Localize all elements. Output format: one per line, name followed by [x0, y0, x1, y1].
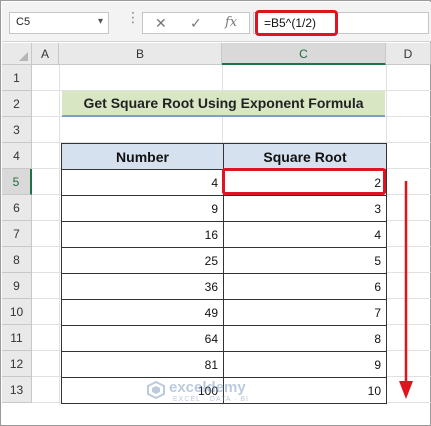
cell-number[interactable]: 64	[61, 325, 224, 352]
column-header-a[interactable]: A	[32, 43, 59, 65]
name-box-value: C5	[16, 16, 31, 28]
fx-icon[interactable]: fx	[225, 15, 237, 30]
enter-icon[interactable]: ✓	[190, 15, 202, 32]
cell-square-root[interactable]: 7	[223, 299, 387, 326]
column-header-c[interactable]: C	[222, 43, 386, 65]
table-row: 49 7	[61, 299, 387, 326]
cell-number[interactable]: 49	[61, 299, 224, 326]
cell-square-root[interactable]: 6	[223, 273, 387, 300]
watermark-tagline: EXCEL · DATA · BI	[173, 396, 249, 403]
cell-number[interactable]: 25	[61, 247, 224, 274]
cell-square-root[interactable]: 8	[223, 325, 387, 352]
column-header-d[interactable]: D	[386, 43, 431, 65]
chevron-down-icon[interactable]: ▾	[98, 16, 103, 27]
row-header-9[interactable]: 9	[2, 273, 32, 299]
watermark: exceldemy EXCEL · DATA · BI	[147, 379, 277, 409]
row-header-1[interactable]: 1	[2, 65, 32, 91]
sheet-title: Get Square Root Using Exponent Formula	[62, 91, 385, 117]
cancel-icon[interactable]: ✕	[155, 15, 167, 32]
header-square-root[interactable]: Square Root	[223, 143, 387, 170]
cell-square-root[interactable]: 5	[223, 247, 387, 274]
row-header-5[interactable]: 5	[2, 169, 32, 195]
exceldemy-logo-icon	[147, 381, 165, 399]
formula-text[interactable]: =B5^(1/2)	[255, 10, 338, 36]
table-row: 81 9	[61, 351, 387, 378]
row-header-6[interactable]: 6	[2, 195, 32, 221]
formula-buttons: ✕ ✓ fx	[142, 12, 250, 34]
name-box[interactable]: C5 ▾	[9, 12, 109, 34]
row-header-12[interactable]: 12	[2, 351, 32, 377]
select-all-corner[interactable]	[2, 43, 32, 65]
cell-square-root[interactable]: 3	[223, 195, 387, 222]
header-number[interactable]: Number	[61, 143, 224, 170]
cell-number[interactable]: 81	[61, 351, 224, 378]
formula-bar: C5 ▾ ⋮ ✕ ✓ fx =B5^(1/2)	[2, 2, 431, 42]
table-row: 25 5	[61, 247, 387, 274]
row-header-4[interactable]: 4	[2, 143, 32, 169]
row-header-2[interactable]: 2	[2, 91, 32, 117]
table-row: 64 8	[61, 325, 387, 352]
cell-square-root[interactable]: 4	[223, 221, 387, 248]
row-header-11[interactable]: 11	[2, 325, 32, 351]
cell-number[interactable]: 4	[61, 169, 224, 196]
table-row: 16 4	[61, 221, 387, 248]
excel-window: C5 ▾ ⋮ ✕ ✓ fx =B5^(1/2) A B C D 12345678…	[0, 0, 431, 426]
row-header-7[interactable]: 7	[2, 221, 32, 247]
arrow-down-icon	[399, 181, 413, 399]
row-header-3[interactable]: 3	[2, 117, 32, 143]
row-header-8[interactable]: 8	[2, 247, 32, 273]
column-header-b[interactable]: B	[59, 43, 222, 65]
row-header-13[interactable]: 13	[2, 377, 32, 403]
cell-number[interactable]: 36	[61, 273, 224, 300]
table-row: 36 6	[61, 273, 387, 300]
row-header-10[interactable]: 10	[2, 299, 32, 325]
selected-cell-highlight	[222, 168, 386, 195]
cell-number[interactable]: 16	[61, 221, 224, 248]
table-row: 93	[61, 195, 387, 222]
more-options-icon[interactable]: ⋮	[126, 10, 140, 24]
cell-number[interactable]: 9	[61, 195, 224, 222]
watermark-brand: exceldemy	[169, 379, 246, 396]
cell-square-root[interactable]: 9	[223, 351, 387, 378]
